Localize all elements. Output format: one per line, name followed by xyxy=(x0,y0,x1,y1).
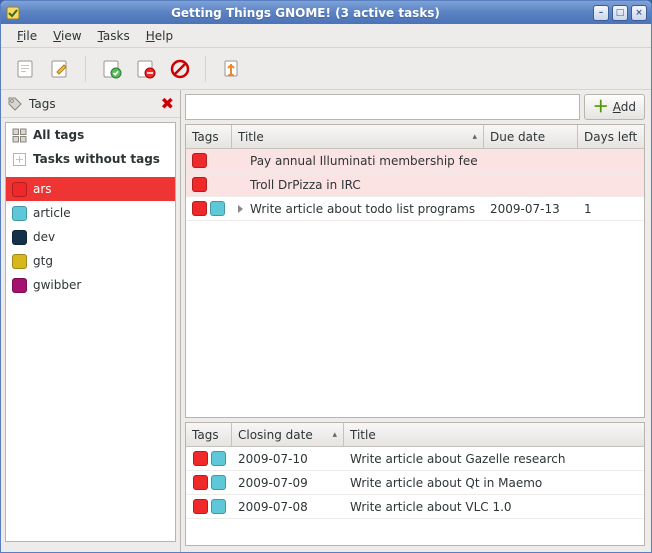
tag-swatch xyxy=(193,475,208,490)
task-title: Troll DrPizza in IRC xyxy=(250,178,361,192)
minimize-button[interactable]: – xyxy=(593,5,609,21)
toolbar-separator xyxy=(85,56,87,82)
app-icon xyxy=(5,5,21,21)
tag-label: dev xyxy=(33,230,55,244)
all-tags-label: All tags xyxy=(33,128,84,142)
tag-swatch xyxy=(211,451,226,466)
closing-date: 2009-07-10 xyxy=(238,452,308,466)
closed-header-row: Tags Closing date▴ Title xyxy=(186,423,644,447)
tag-icon xyxy=(7,96,23,112)
task-row[interactable]: Pay annual Illuminati membership fee xyxy=(186,149,644,173)
tag-swatch xyxy=(12,182,27,197)
dismiss-task-button[interactable] xyxy=(131,54,161,84)
tag-swatch xyxy=(12,278,27,293)
tag-swatch xyxy=(211,499,226,514)
active-tasks-pane: Tags Title▴ Due date Days left Pay annua… xyxy=(185,124,645,418)
tag-label: article xyxy=(33,206,71,220)
sidebar: Tags ✖ All tags Tasks without tags xyxy=(1,90,181,552)
search-row: ＋ Add xyxy=(185,94,645,120)
col-header-title[interactable]: Title▴ xyxy=(232,125,484,148)
task-row[interactable]: Write article about todo list programs 20… xyxy=(186,197,644,221)
new-task-button[interactable] xyxy=(11,54,41,84)
closing-date: 2009-07-09 xyxy=(238,476,308,490)
closed-task-title: Write article about Qt in Maemo xyxy=(350,476,542,490)
closing-date: 2009-07-08 xyxy=(238,500,308,514)
add-button[interactable]: ＋ Add xyxy=(584,94,645,120)
task-title: Pay annual Illuminati membership fee xyxy=(250,154,478,168)
closed-tasks-body[interactable]: 2009-07-10 Write article about Gazelle re… xyxy=(186,447,644,545)
toolbar-separator xyxy=(205,56,207,82)
active-header-row: Tags Title▴ Due date Days left xyxy=(186,125,644,149)
tag-label: gtg xyxy=(33,254,53,268)
task-due: 2009-07-13 xyxy=(490,202,560,216)
maximize-button[interactable]: □ xyxy=(612,5,628,21)
tag-row-gtg[interactable]: gtg xyxy=(6,249,175,273)
all-tags-icon xyxy=(12,128,27,143)
menubar: File View Tasks Help xyxy=(1,24,651,48)
tag-swatch xyxy=(193,451,208,466)
col-header-due[interactable]: Due date xyxy=(484,125,578,148)
col-header-days[interactable]: Days left xyxy=(578,125,644,148)
tag-row-article[interactable]: article xyxy=(6,201,175,225)
closed-task-row[interactable]: 2009-07-08 Write article about VLC 1.0 xyxy=(186,495,644,519)
tag-swatch xyxy=(12,254,27,269)
tag-swatch xyxy=(210,201,225,216)
active-tasks-body[interactable]: Pay annual Illuminati membership fee Trol… xyxy=(186,149,644,417)
toolbar xyxy=(1,48,651,90)
closed-task-title: Write article about Gazelle research xyxy=(350,452,566,466)
sort-asc-icon: ▴ xyxy=(332,430,337,440)
menu-tasks[interactable]: Tasks xyxy=(90,26,138,46)
all-tags-row[interactable]: All tags xyxy=(6,123,175,147)
titlebar[interactable]: Getting Things GNOME! (3 active tasks) –… xyxy=(1,1,651,24)
tag-label: ars xyxy=(33,182,52,196)
edit-task-button[interactable] xyxy=(45,54,75,84)
tag-row-gwibber[interactable]: gwibber xyxy=(6,273,175,297)
col-header-tags[interactable]: Tags xyxy=(186,423,232,446)
window-title: Getting Things GNOME! (3 active tasks) xyxy=(21,6,590,20)
col-header-title[interactable]: Title xyxy=(344,423,644,446)
tag-list[interactable]: All tags Tasks without tags ars article de… xyxy=(5,122,176,542)
delete-task-button[interactable] xyxy=(165,54,195,84)
task-days-left: 1 xyxy=(584,202,592,216)
col-header-tags[interactable]: Tags xyxy=(186,125,232,148)
menu-help[interactable]: Help xyxy=(138,26,181,46)
tag-swatch xyxy=(193,499,208,514)
sidebar-header: Tags ✖ xyxy=(1,90,180,118)
close-sidebar-button[interactable]: ✖ xyxy=(161,94,174,113)
search-input[interactable] xyxy=(185,94,580,120)
task-title: Write article about todo list programs xyxy=(250,202,475,216)
task-row[interactable]: Troll DrPizza in IRC xyxy=(186,173,644,197)
tag-label: gwibber xyxy=(33,278,81,292)
col-header-closing[interactable]: Closing date▴ xyxy=(232,423,344,446)
main-area: ＋ Add Tags Title▴ Due date Days left Pay… xyxy=(181,90,651,552)
sort-asc-icon: ▴ xyxy=(472,132,477,142)
closed-task-title: Write article about VLC 1.0 xyxy=(350,500,512,514)
tag-swatch xyxy=(211,475,226,490)
sidebar-title: Tags xyxy=(29,97,155,111)
tag-row-dev[interactable]: dev xyxy=(6,225,175,249)
tag-swatch xyxy=(12,230,27,245)
no-tags-label: Tasks without tags xyxy=(33,152,160,166)
tag-swatch xyxy=(192,201,207,216)
tag-row-ars[interactable]: ars xyxy=(6,177,175,201)
menu-view[interactable]: View xyxy=(45,26,89,46)
menu-file[interactable]: File xyxy=(9,26,45,46)
expand-icon[interactable] xyxy=(238,205,243,213)
no-tags-icon xyxy=(12,152,27,167)
tag-color-button[interactable] xyxy=(217,54,247,84)
no-tags-row[interactable]: Tasks without tags xyxy=(6,147,175,171)
closed-tasks-pane: Tags Closing date▴ Title 2009-07-10 Write… xyxy=(185,422,645,546)
content-area: Tags ✖ All tags Tasks without tags xyxy=(1,90,651,552)
closed-task-row[interactable]: 2009-07-09 Write article about Qt in Maem… xyxy=(186,471,644,495)
closed-task-row[interactable]: 2009-07-10 Write article about Gazelle re… xyxy=(186,447,644,471)
close-button[interactable]: × xyxy=(631,5,647,21)
app-window: Getting Things GNOME! (3 active tasks) –… xyxy=(0,0,652,553)
tag-swatch xyxy=(192,177,207,192)
mark-done-button[interactable] xyxy=(97,54,127,84)
plus-icon: ＋ xyxy=(593,99,609,115)
tag-swatch xyxy=(12,206,27,221)
tag-swatch xyxy=(192,153,207,168)
